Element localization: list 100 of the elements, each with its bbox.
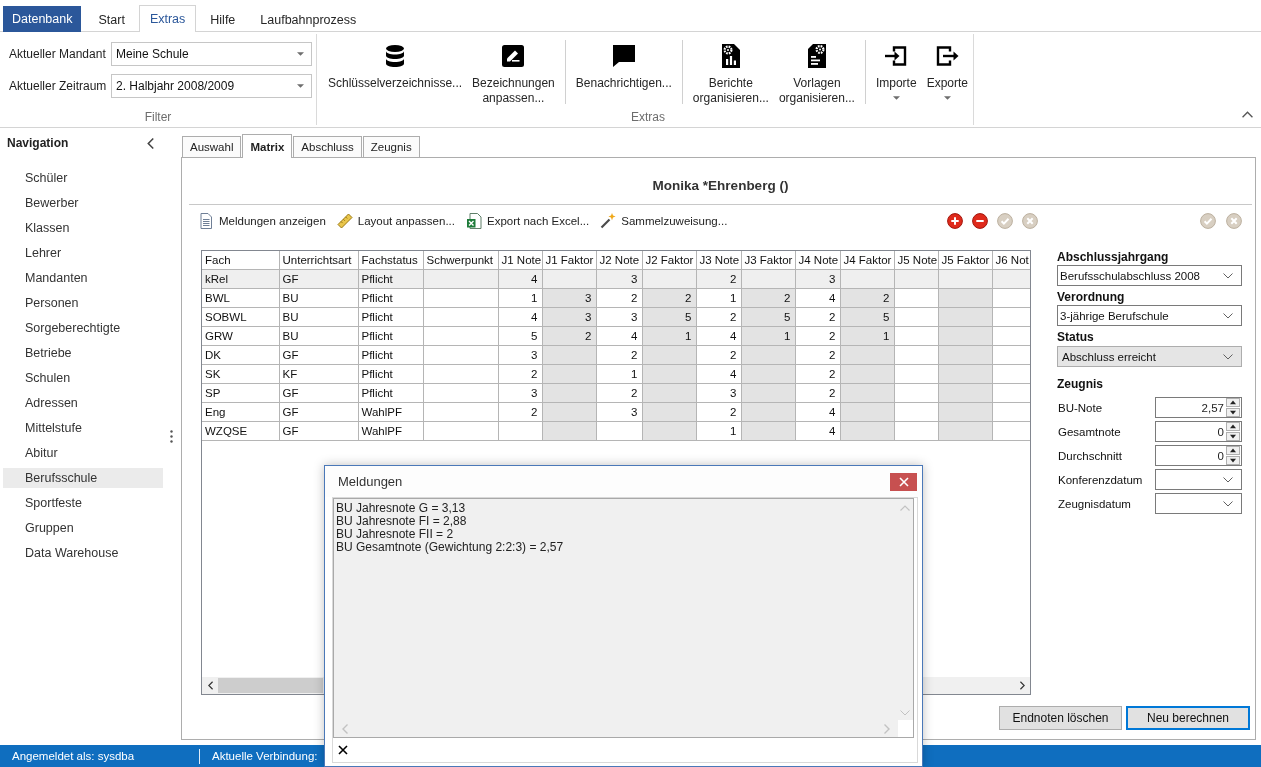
number-field[interactable]: 0 [1155,445,1242,466]
column-header[interactable]: J4 Note [795,251,840,269]
column-header[interactable]: J5 Note [894,251,938,269]
combo-box[interactable]: Berufsschulabschluss 2008 [1057,265,1242,286]
combo-box[interactable]: 3-jährige Berufschule [1057,305,1242,326]
column-header[interactable]: J1 Faktor [542,251,596,269]
tab[interactable]: Auswahl [182,136,242,157]
nav-item[interactable]: Mandanten [3,268,163,288]
column-header[interactable]: J6 Not [992,251,1030,269]
column-header[interactable]: Fach [202,251,279,269]
chevron-down-icon [1223,353,1233,360]
chevron-up-icon[interactable] [1242,111,1253,118]
ribbon-tab[interactable]: Hilfe [199,6,247,32]
tab[interactable]: Abschluss [293,136,362,157]
chevron-right-icon[interactable] [1019,681,1025,690]
spin-up-icon[interactable] [1226,446,1240,455]
ribbon-button[interactable]: Schlüsselverzeichnisse... [323,34,468,91]
column-header[interactable]: J2 Faktor [642,251,696,269]
toolbar-button[interactable]: Meldungen anzeigen [197,210,327,232]
column-header[interactable]: J5 Faktor [938,251,992,269]
chevron-down-icon [1223,500,1233,507]
nav-item[interactable]: Sorgeberechtigte [3,318,163,338]
nav-item[interactable]: Adressen [3,393,163,413]
table-cell: GF [279,383,358,402]
column-header[interactable]: J4 Faktor [840,251,894,269]
table-cell: 1 [596,364,642,383]
toolbar-button[interactable]: Sammelzuweisung... [599,210,729,232]
table-cell: 2 [696,307,741,326]
column-header[interactable]: Unterrichtsart [279,251,358,269]
toolbar-button[interactable]: Layout anpassen... [335,210,456,232]
nav-item[interactable]: Mittelstufe [3,418,163,438]
combo-box[interactable]: 2. Halbjahr 2008/2009 [111,74,312,98]
column-header[interactable]: J3 Note [696,251,741,269]
table-cell: Pflicht [358,345,423,364]
table-cell: WahlPF [358,402,423,421]
recalculate-button[interactable]: Neu berechnen [1126,706,1250,730]
tab[interactable]: Matrix [242,134,293,158]
nav-item[interactable]: Betriebe [3,343,163,363]
scrollbar-thumb[interactable] [218,678,323,693]
table-cell: BU [279,326,358,345]
nav-item[interactable]: Data Warehouse [3,543,163,563]
number-field[interactable]: 2,57 [1155,397,1242,418]
combo-box[interactable]: Meine Schule [111,42,312,66]
spin-down-icon[interactable] [1226,432,1240,441]
nav-item[interactable]: Gruppen [3,518,163,538]
ribbon-button[interactable]: Bezeichnungen anpassen... [467,34,560,106]
tab[interactable]: Zeugnis [362,136,420,157]
status-text: Angemeldet als: sysdba [11,750,136,762]
ribbon-button[interactable]: Benachrichtigen... [570,34,677,91]
spin-up-icon[interactable] [1226,422,1240,431]
nav-item[interactable]: Lehrer [3,243,163,263]
speech-bubble-icon [611,44,636,68]
ribbon-button[interactable]: Vorlagen organisieren... [773,34,860,106]
table-cell: 3 [596,402,642,421]
chevron-left-icon[interactable] [147,137,154,149]
app-menu-button[interactable]: Datenbank [3,6,82,32]
column-header[interactable]: J3 Faktor [741,251,795,269]
field-label: Konferenzdatum [1058,473,1143,486]
nav-item[interactable]: Schüler [3,168,163,188]
ribbon-button[interactable]: Importe [870,34,922,100]
field-label: Gesamtnote [1058,425,1121,438]
ribbon-tab[interactable]: Start [87,6,136,32]
grip-dots-icon[interactable] [170,430,173,443]
caret-down-icon[interactable] [297,52,304,56]
spin-down-icon[interactable] [1226,456,1240,465]
nav-item[interactable]: Personen [3,293,163,313]
toolbar-button[interactable]: Export nach Excel... [464,210,591,232]
clear-grades-button[interactable]: Endnoten löschen [999,706,1122,730]
caret-down-icon[interactable] [297,84,304,88]
cross-icon[interactable] [338,745,348,755]
column-header[interactable]: J2 Note [596,251,642,269]
table-cell: 3 [498,383,542,402]
spin-down-icon[interactable] [1226,408,1240,417]
column-header[interactable]: Schwerpunkt [423,251,498,269]
ribbon-button[interactable]: Exporte [921,34,973,100]
ribbon-tab[interactable]: Laufbahnprozess [249,6,368,32]
ribbon-tab[interactable]: Extras [138,5,197,32]
minus-circle-icon[interactable] [972,213,988,229]
nav-item[interactable]: Bewerber [3,193,163,213]
table-cell: 2 [795,345,840,364]
number-field[interactable]: 0 [1155,421,1242,442]
ribbon-button[interactable]: Berichte organisieren... [687,34,774,106]
table-cell: SP [202,383,279,402]
date-field[interactable] [1155,493,1242,514]
status-text: Aktuelle Verbindung: [211,750,319,762]
close-button[interactable] [890,472,917,491]
plus-circle-icon[interactable] [947,213,963,229]
message-line: BU Jahresnote G = 3,13 [336,502,466,515]
nav-item[interactable]: Klassen [3,218,163,238]
spin-up-icon[interactable] [1226,398,1240,407]
nav-item[interactable]: Schulen [3,368,163,388]
date-field[interactable] [1155,469,1242,490]
table-cell: 2 [696,402,741,421]
column-header[interactable]: J1 Note [498,251,542,269]
table-cell: WZQSE [202,421,279,440]
nav-item[interactable]: Abitur [3,443,163,463]
column-header[interactable]: Fachstatus [358,251,423,269]
nav-item[interactable]: Sportfeste [3,493,163,513]
chevron-left-icon[interactable] [207,681,213,690]
nav-item[interactable]: Berufsschule [3,468,163,488]
